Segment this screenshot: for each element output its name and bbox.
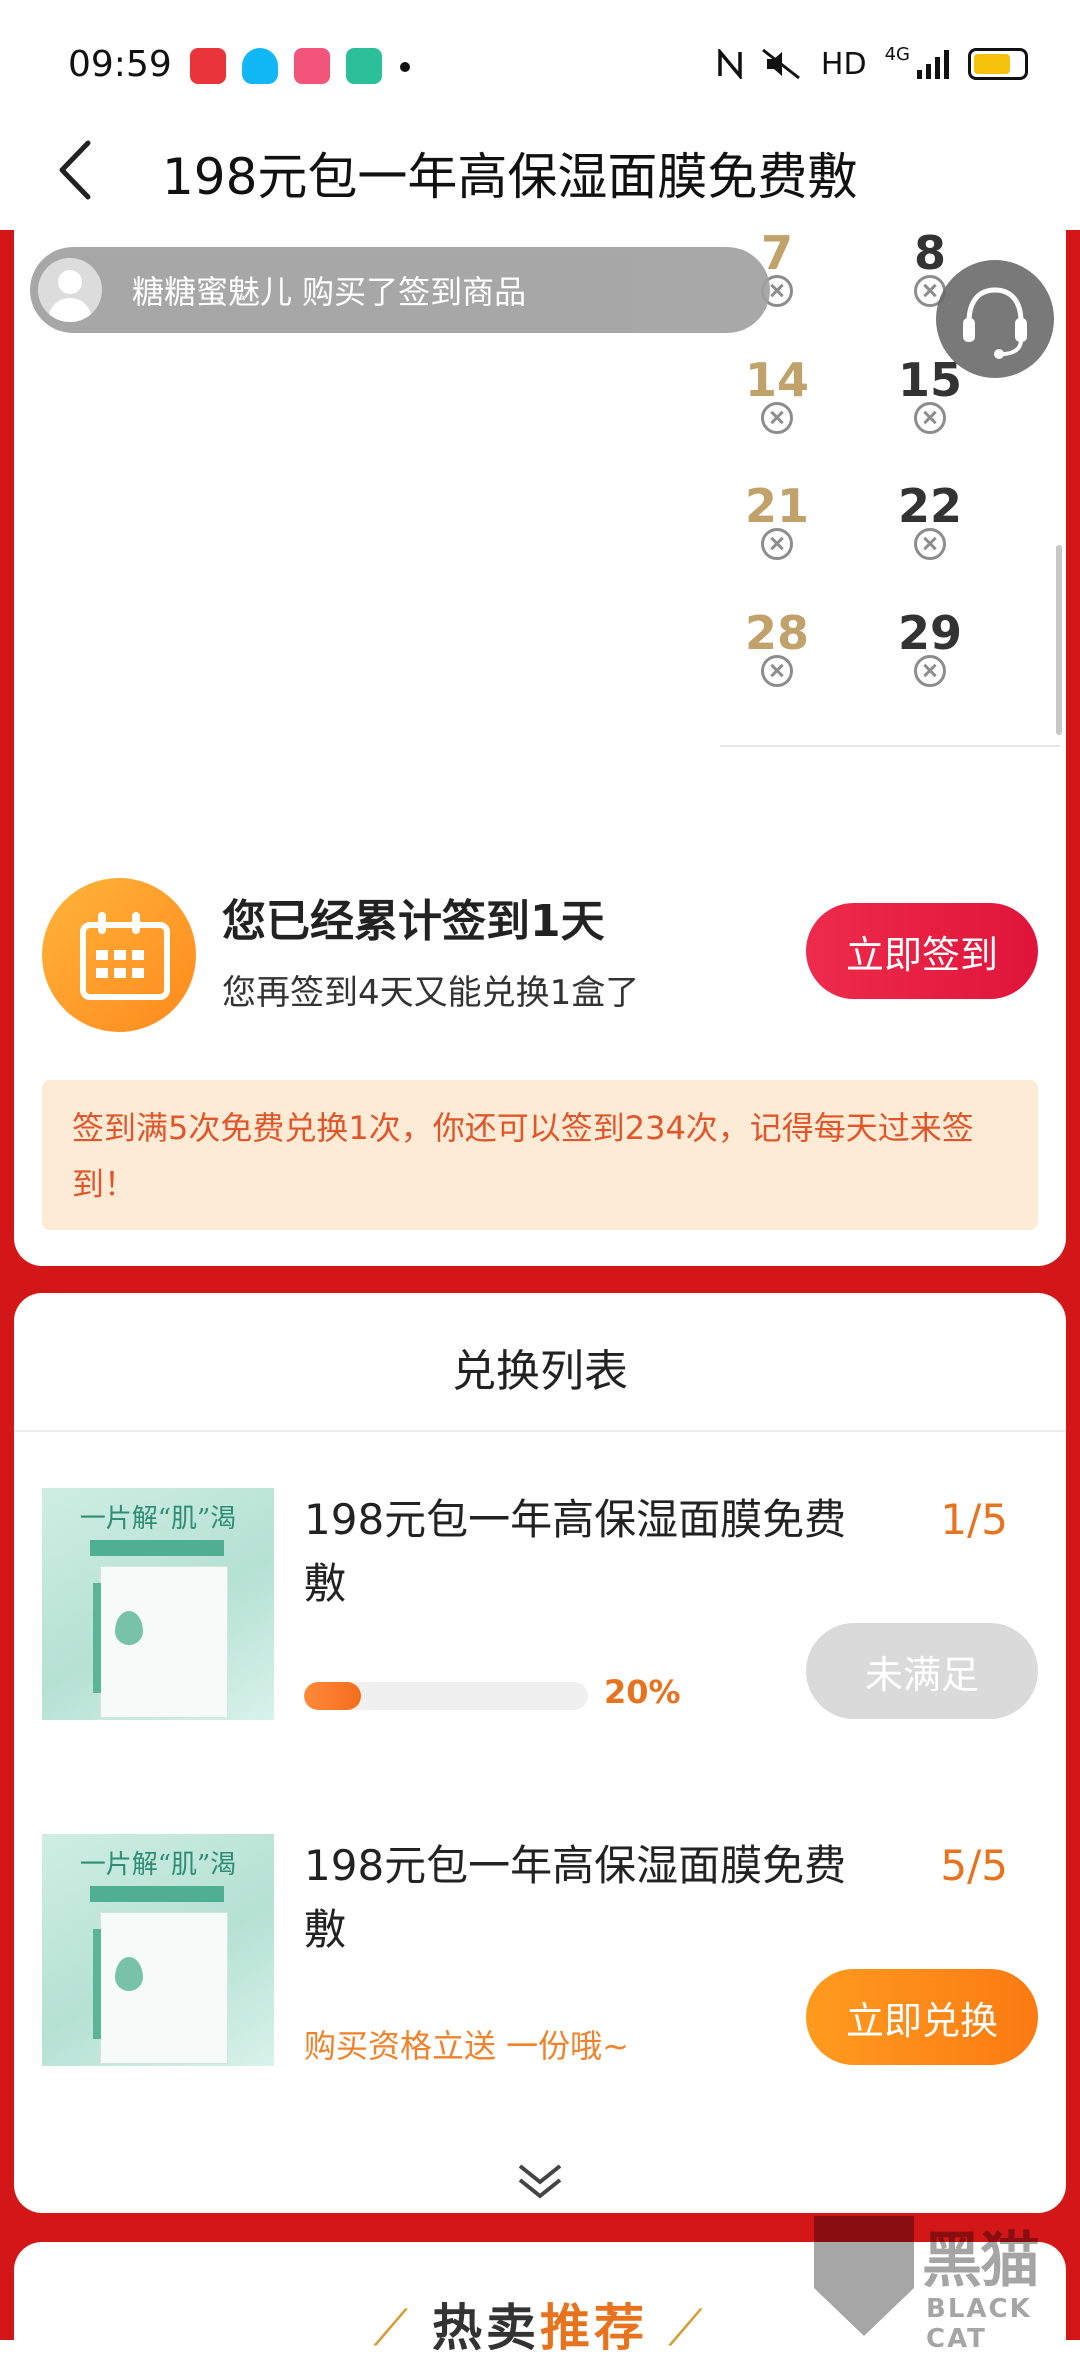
signal-label: 4G (884, 44, 910, 65)
day-number: 28 (744, 606, 809, 660)
product-image[interactable]: 一片解“肌”渴 (42, 1488, 274, 1720)
calendar-day[interactable]: 14 (727, 352, 827, 434)
circle-x-icon (914, 528, 946, 560)
toast-text: 糖糖蜜魅儿 购买了签到商品 (132, 273, 527, 311)
not-eligible-button[interactable]: 未满足 (806, 1623, 1038, 1719)
avatar (38, 258, 102, 322)
hot-title-part1: 热卖 (432, 2299, 540, 2357)
decor-slash: ⟋ (648, 2299, 707, 2357)
progress-fill (304, 1682, 361, 1710)
status-bar: 09:59 HD 4G (0, 0, 1080, 130)
exchange-list-title: 兑换列表 (452, 1346, 628, 1397)
calendar-divider (720, 745, 1060, 747)
checkin-remaining: 您再签到4天又能兑换1盒了 (222, 973, 640, 1013)
watermark-logo: 黑猫 BLACK CAT (810, 2210, 1080, 2354)
headset-icon (963, 287, 1027, 359)
circle-x-icon (761, 528, 793, 560)
notification-dot (400, 62, 410, 72)
status-time: 09:59 (68, 44, 172, 85)
nfc-icon (718, 49, 742, 79)
day-number: 22 (897, 479, 962, 533)
circle-x-icon (761, 402, 793, 434)
exchange-count: 5/5 (940, 1841, 1008, 1890)
calendar-day[interactable]: 22 (880, 478, 980, 560)
gift-text: 购买资格立送 一份哦~ (304, 2027, 629, 2065)
redeem-button[interactable]: 立即兑换 (806, 1969, 1038, 2065)
product-image-slogan: 一片解“肌”渴 (79, 1850, 237, 1880)
decor-slash: ⟋ (373, 2299, 432, 2357)
status-icons: HD 4G (717, 44, 1028, 84)
customer-service-button[interactable] (936, 260, 1054, 378)
page-title: 198元包一年高保湿面膜免费敷 (162, 148, 858, 206)
product-image[interactable]: 一片解“肌”渴 (42, 1834, 274, 2066)
network-label: HD (820, 46, 867, 82)
gallery-app-icon (346, 48, 382, 84)
expand-more-button[interactable] (514, 2160, 566, 2204)
day-number: 14 (744, 353, 809, 407)
double-chevron-down-icon (518, 2164, 562, 2199)
scrollbar[interactable] (1056, 545, 1062, 735)
calendar-day[interactable]: 29 (880, 605, 980, 687)
day-number: 21 (744, 479, 809, 533)
mute-icon (762, 48, 800, 80)
checkin-total: 您已经累计签到1天 (222, 896, 605, 947)
day-number: 29 (897, 606, 962, 660)
product-image-slogan: 一片解“肌”渴 (79, 1504, 237, 1534)
checkin-button[interactable]: 立即签到 (806, 903, 1038, 999)
circle-x-icon (914, 655, 946, 687)
chevron-left-icon (59, 140, 91, 200)
progress-bar (304, 1682, 588, 1710)
watermark-subtext: BLACK CAT (926, 2294, 1032, 2354)
battery-icon (968, 48, 1028, 80)
qq-icon (242, 48, 278, 84)
product-name[interactable]: 198元包一年高保湿面膜免费敷 (304, 1488, 864, 1616)
purchase-toast: 糖糖蜜魅儿 购买了签到商品 (30, 247, 770, 333)
calendar-day[interactable]: 21 (727, 478, 827, 560)
product-name[interactable]: 198元包一年高保湿面膜免费敷 (304, 1834, 864, 1962)
nav-bar: 198元包一年高保湿面膜免费敷 (0, 115, 1080, 230)
progress-percent: 20% (604, 1673, 681, 1711)
divider (14, 1430, 1066, 1432)
circle-x-icon (761, 655, 793, 687)
signal-icon (917, 50, 949, 79)
calendar-day[interactable]: 28 (727, 605, 827, 687)
exchange-count: 1/5 (940, 1495, 1008, 1544)
notice-text: 签到满5次免费兑换1次，你还可以签到234次，记得每天过来签到！ (72, 1109, 974, 1203)
circle-x-icon (914, 402, 946, 434)
watermark-text: 黑猫 (922, 2226, 1040, 2296)
cat-shield-icon (814, 2216, 914, 2336)
app-icon-red (190, 48, 226, 84)
notice-banner: 签到满5次免费兑换1次，你还可以签到234次，记得每天过来签到！ (42, 1080, 1038, 1230)
hot-title-part2: 推荐 (540, 2299, 648, 2357)
calendar-icon (42, 878, 196, 1032)
back-button[interactable] (48, 135, 108, 205)
video-app-icon (294, 48, 330, 84)
